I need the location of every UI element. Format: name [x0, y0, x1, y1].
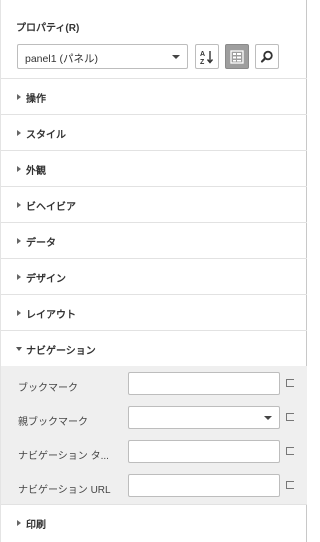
svg-text:Z: Z: [200, 59, 205, 65]
expand-triangle-icon: [17, 520, 21, 526]
panel-title: プロパティ(R): [16, 23, 80, 34]
section-appearance[interactable]: 外観: [1, 150, 307, 186]
section-design[interactable]: デザイン: [1, 258, 307, 294]
navigation-properties: ブックマーク 親ブックマーク ナビゲーション タ... ナビゲーション URL: [1, 366, 307, 504]
property-row-navigation-url: ナビゲーション URL: [1, 474, 307, 500]
chevron-down-icon: [264, 416, 272, 420]
section-data[interactable]: データ: [1, 222, 307, 258]
section-label: 外観: [26, 166, 46, 177]
expand-triangle-icon: [17, 94, 21, 100]
property-label: 親ブックマーク: [18, 417, 88, 428]
property-row-navigation-target: ナビゲーション タ...: [1, 440, 307, 466]
section-layout[interactable]: レイアウト: [1, 294, 307, 330]
navigation-url-input[interactable]: [128, 474, 280, 497]
parent-bookmark-select[interactable]: [128, 406, 280, 429]
section-label: レイアウト: [26, 310, 76, 321]
section-operation[interactable]: 操作: [1, 78, 307, 114]
property-indicator-icon[interactable]: [286, 413, 294, 421]
section-label: デザイン: [26, 274, 66, 285]
expand-triangle-icon: [17, 274, 21, 280]
search-icon: [260, 50, 273, 63]
categorized-view-icon: [230, 49, 244, 64]
section-label: 操作: [26, 94, 46, 105]
svg-text:A: A: [200, 51, 205, 58]
section-label: データ: [26, 238, 56, 249]
section-behavior[interactable]: ビヘイビア: [1, 186, 307, 222]
expand-triangle-icon: [17, 202, 21, 208]
property-indicator-icon[interactable]: [286, 481, 294, 489]
property-label: ブックマーク: [18, 383, 78, 394]
bookmark-input[interactable]: [128, 372, 280, 395]
search-button[interactable]: [255, 44, 279, 69]
sort-alphabetical-button[interactable]: A Z: [195, 44, 219, 69]
section-label: ナビゲーション: [26, 346, 96, 357]
expand-triangle-icon: [17, 130, 21, 136]
navigation-target-input[interactable]: [128, 440, 280, 463]
section-label: 印刷: [26, 520, 46, 531]
section-style[interactable]: スタイル: [1, 114, 307, 150]
property-indicator-icon[interactable]: [286, 447, 294, 455]
property-label: ナビゲーション タ...: [18, 451, 109, 462]
section-label: ビヘイビア: [26, 202, 76, 213]
chevron-down-icon: [172, 55, 180, 59]
expand-triangle-icon: [17, 310, 21, 316]
properties-toolbar: panel1 (パネル) A Z: [17, 44, 287, 69]
categorized-view-button[interactable]: [225, 44, 249, 69]
collapse-triangle-icon: [16, 347, 22, 351]
sort-az-icon: A Z: [200, 50, 214, 65]
object-selector-dropdown[interactable]: panel1 (パネル): [17, 44, 188, 69]
expand-triangle-icon: [17, 238, 21, 244]
property-label: ナビゲーション URL: [18, 485, 111, 496]
section-navigation[interactable]: ナビゲーション: [1, 330, 307, 366]
property-row-parent-bookmark: 親ブックマーク: [1, 406, 307, 432]
object-selector-value: panel1 (パネル): [25, 53, 98, 65]
expand-triangle-icon: [17, 166, 21, 172]
property-indicator-icon[interactable]: [286, 379, 294, 387]
properties-panel: プロパティ(R) panel1 (パネル) A Z 操作 スタイル 外観 ビヘイ…: [0, 0, 307, 542]
property-row-bookmark: ブックマーク: [1, 372, 307, 398]
section-label: スタイル: [26, 130, 66, 141]
section-print[interactable]: 印刷: [1, 504, 307, 542]
